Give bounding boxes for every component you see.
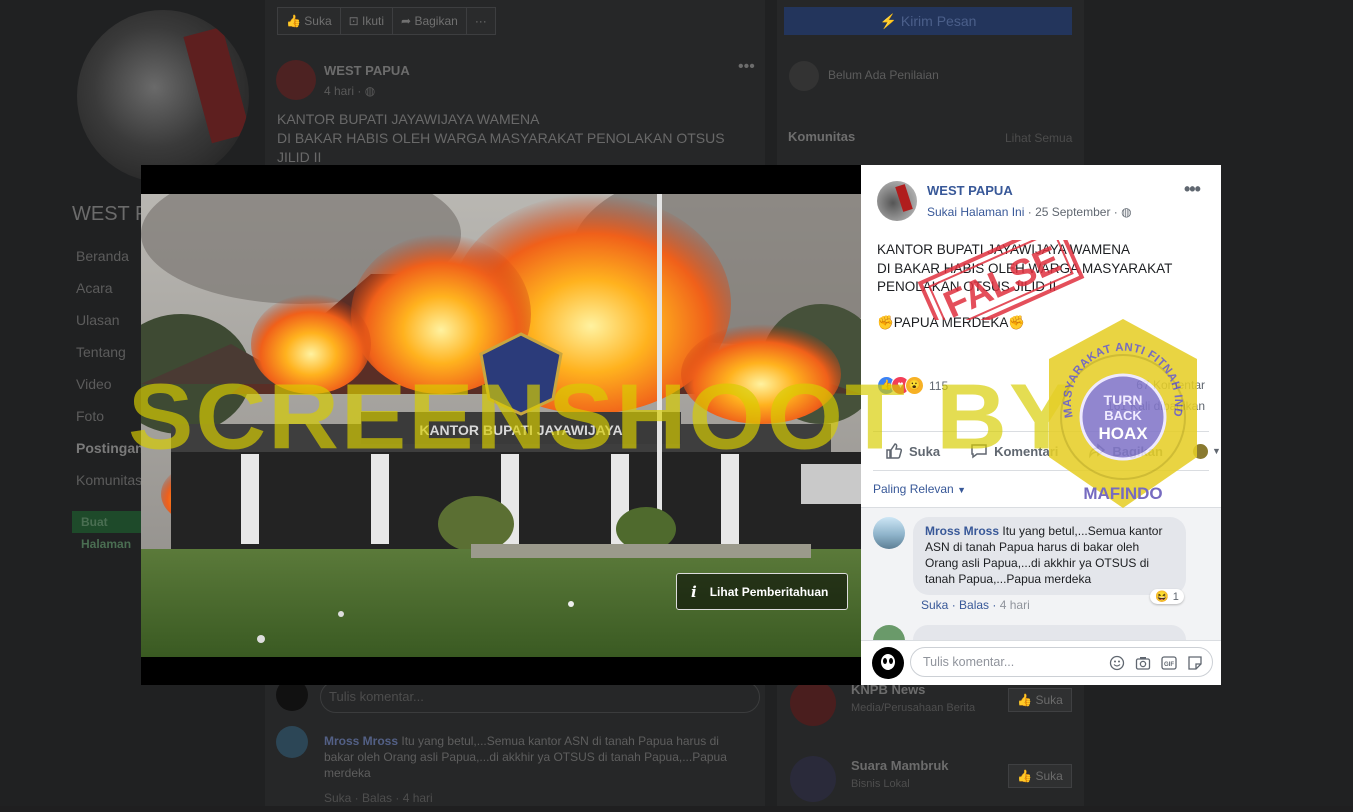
post-author[interactable]: WEST PAPUA: [324, 63, 410, 78]
community-heading: Komunitas: [788, 129, 856, 144]
info-icon: i: [691, 582, 697, 601]
related-page[interactable]: Suara Mambruk Bisnis Lokal 👍 Suka: [787, 756, 1077, 812]
like-page-button[interactable]: 👍 Suka: [277, 7, 341, 35]
gif-icon[interactable]: GIF: [1161, 655, 1177, 671]
comment-bubble: Mross Mross Itu yang betul,...Semua kant…: [913, 517, 1186, 595]
shares-count[interactable]: 161 Kali dibagikan: [1107, 399, 1205, 413]
comment-button[interactable]: Komentari: [970, 442, 1058, 460]
comment-meta: Suka · Balas · 4 hari: [324, 791, 433, 805]
comment-reply-link[interactable]: Balas: [959, 598, 989, 612]
comment-meta: Suka · Balas · 4 hari: [921, 598, 1030, 612]
post-options-icon[interactable]: •••: [1184, 179, 1201, 200]
post-action-bar: Suka Komentari Bagikan ▼: [873, 431, 1221, 471]
related-page-like-button[interactable]: 👍 Suka: [1008, 688, 1072, 712]
page-name: WEST P: [72, 203, 149, 225]
related-page[interactable]: KNPB News Media/Perusahaan Berita 👍 Suka: [787, 680, 1077, 736]
panel-author[interactable]: WEST PAPUA: [927, 183, 1013, 198]
comments-list[interactable]: Mross Mross Itu yang betul,...Semua kant…: [861, 508, 1221, 640]
page-action-bar: 👍 Suka ⊡ Ikuti ➦ Bagikan ···: [277, 7, 496, 35]
comment-composer: Tulis komentar... GIF: [861, 640, 1221, 685]
camera-icon[interactable]: [1135, 655, 1151, 671]
speech-bubble-icon: [971, 444, 987, 459]
caret-down-icon: ▼: [957, 485, 966, 495]
comment-bubble: [913, 625, 1186, 640]
comment-avatar[interactable]: [873, 517, 905, 549]
comment-reaction-badge[interactable]: 😆 1: [1150, 589, 1184, 604]
composer-tools: GIF: [1099, 655, 1203, 671]
like-page-link[interactable]: Sukai Halaman Ini: [927, 205, 1024, 219]
comment-input-bg[interactable]: Tulis komentar...: [320, 681, 760, 713]
building-sign: KANTOR BUPATI JAYAWIJAYA: [419, 422, 622, 438]
related-page-avatar: [790, 680, 836, 726]
panel-post-text: KANTOR BUPATI JAYAWIJAYA WAMENA DI BAKAR…: [877, 242, 1173, 330]
related-page-like-button[interactable]: 👍 Suka: [1008, 764, 1072, 788]
related-page-avatar: [790, 756, 836, 802]
rating-text: Belum Ada Penilaian: [828, 68, 939, 82]
related-page-category: Bisnis Lokal: [851, 778, 910, 790]
more-button[interactable]: ···: [465, 7, 496, 35]
globe-icon: ◍: [1121, 205, 1132, 219]
comment-sort-dropdown[interactable]: Paling Relevan ▼: [873, 482, 966, 496]
post-text: KANTOR BUPATI JAYAWIJAYA WAMENA DI BAKAR…: [277, 111, 725, 165]
wow-reaction-icon: 😮: [905, 376, 924, 395]
see-all-link[interactable]: Lihat Semua: [1005, 131, 1072, 145]
reaction-count: 115: [929, 378, 949, 393]
svg-text:GIF: GIF: [1164, 662, 1174, 668]
create-page-button[interactable]: Buat Halaman: [72, 511, 151, 551]
thumbs-up-icon: [886, 443, 903, 459]
chevron-down-icon: ▼: [1211, 446, 1221, 456]
photo-side-panel: WEST PAPUA Sukai Halaman Ini · 25 Septem…: [861, 165, 1221, 685]
comment-time[interactable]: 4 hari: [1000, 598, 1030, 612]
reaction-summary[interactable]: 👍 ♥ 😮 115: [877, 376, 948, 395]
post-options-icon[interactable]: •••: [738, 58, 755, 76]
comments-count[interactable]: 67 Komentar: [1136, 378, 1205, 392]
user-avatar-icon: [1192, 443, 1208, 459]
page-profile-picture: [77, 10, 249, 182]
related-page-category: Media/Perusahaan Berita: [851, 702, 976, 714]
send-message-button[interactable]: ⚡ Kirim Pesan: [784, 7, 1072, 35]
comment-like-link[interactable]: Suka: [921, 598, 948, 612]
post-date[interactable]: 25 September: [1035, 205, 1110, 219]
related-page-name[interactable]: Suara Mambruk: [851, 758, 949, 773]
comment-avatar[interactable]: [873, 625, 905, 640]
share-button[interactable]: Bagikan: [1088, 442, 1163, 460]
sticker-icon[interactable]: [1187, 655, 1203, 671]
comment-author[interactable]: Mross Mross: [925, 524, 999, 538]
panel-meta: Sukai Halaman Ini · 25 September · ◍: [927, 205, 1132, 219]
comment-avatar: [276, 726, 308, 758]
view-notice-button[interactable]: i Lihat Pemberitahuan: [676, 573, 848, 610]
emoji-icon[interactable]: [1109, 655, 1125, 671]
post-avatar: [276, 60, 316, 100]
laugh-reaction-icon: 😆: [1155, 591, 1169, 603]
share-audience-selector[interactable]: ▼: [1192, 443, 1221, 459]
rating-icon: [789, 61, 819, 91]
share-page-button[interactable]: ➦ Bagikan: [392, 7, 467, 35]
like-button[interactable]: Suka: [885, 442, 940, 460]
current-user-avatar: [872, 647, 904, 679]
share-arrow-icon: [1089, 443, 1106, 459]
comment-text: Mross Mross Itu yang betul,...Semua kant…: [324, 734, 727, 780]
photo-viewer: KANTOR BUPATI JAYAWIJAYA i Lihat Pemberi…: [141, 165, 861, 685]
post-time: 4 hari · ◍: [324, 84, 376, 98]
page-avatar[interactable]: [877, 181, 917, 221]
follow-button[interactable]: ⊡ Ikuti: [339, 7, 394, 35]
